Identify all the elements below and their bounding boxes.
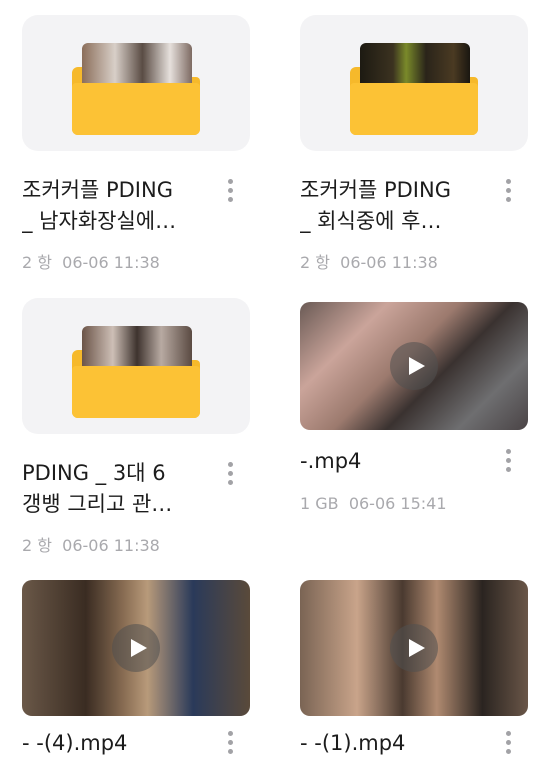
folder-thumbnail[interactable]	[22, 298, 250, 434]
item-title[interactable]: 조커커플 PDING _ 회식중에 후…	[300, 175, 488, 237]
more-vertical-icon[interactable]	[222, 178, 238, 208]
more-vertical-icon[interactable]	[500, 448, 516, 478]
play-icon[interactable]	[390, 342, 438, 390]
play-icon[interactable]	[112, 624, 160, 672]
item-title[interactable]: - -(4).mp4	[22, 728, 210, 759]
more-vertical-icon[interactable]	[500, 178, 516, 208]
item-meta: 2 항 06-06 11:38	[22, 253, 160, 272]
item-meta: 2 항 06-06 11:38	[22, 536, 160, 555]
more-vertical-icon[interactable]	[222, 461, 238, 491]
item-meta: 1 GB 06-06 15:41	[300, 494, 447, 513]
folder-icon	[72, 43, 200, 135]
item-meta: 2 항 06-06 11:38	[300, 253, 438, 272]
folder-icon	[72, 326, 200, 418]
folder-thumbnail[interactable]	[300, 15, 528, 151]
item-title[interactable]: PDING _ 3대 6 갱뱅 그리고 관…	[22, 458, 210, 520]
folder-icon	[350, 43, 478, 135]
item-title[interactable]: -.mp4	[300, 446, 488, 477]
item-title[interactable]: 조커커플 PDING _ 남자화장실에…	[22, 175, 210, 237]
play-icon[interactable]	[390, 624, 438, 672]
video-thumbnail[interactable]	[300, 302, 528, 430]
more-vertical-icon[interactable]	[500, 730, 516, 760]
more-vertical-icon[interactable]	[222, 730, 238, 760]
video-thumbnail[interactable]	[300, 580, 528, 716]
folder-thumbnail[interactable]	[22, 15, 250, 151]
video-thumbnail[interactable]	[22, 580, 250, 716]
item-title[interactable]: - -(1).mp4	[300, 728, 488, 759]
